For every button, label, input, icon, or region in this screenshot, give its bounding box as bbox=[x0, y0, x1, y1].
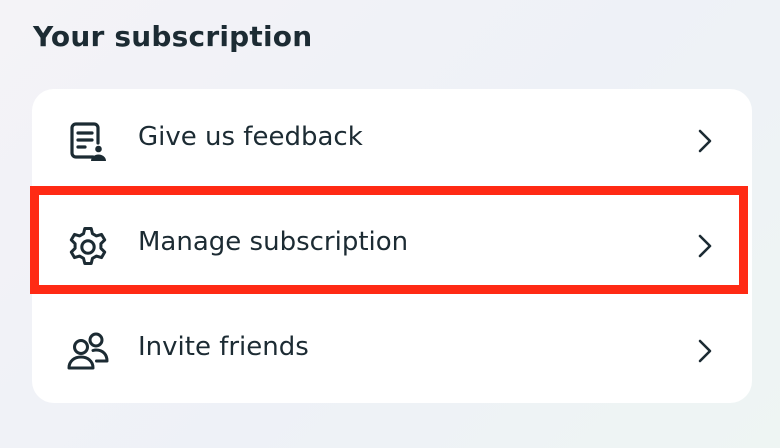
chevron-right-icon bbox=[692, 232, 716, 260]
section-title: Your subscription bbox=[33, 20, 313, 53]
menu-item-label: Give us feedback bbox=[138, 122, 363, 152]
gear-icon bbox=[65, 224, 111, 270]
feedback-document-icon bbox=[65, 119, 111, 165]
menu-item-invite-friends[interactable]: Invite friends bbox=[32, 299, 752, 403]
menu-item-give-feedback[interactable]: Give us feedback bbox=[32, 89, 752, 193]
chevron-right-icon bbox=[692, 337, 716, 365]
menu-item-label: Invite friends bbox=[138, 332, 309, 362]
menu-item-label: Manage subscription bbox=[138, 227, 409, 257]
people-icon bbox=[65, 329, 111, 375]
chevron-right-icon bbox=[692, 127, 716, 155]
subscription-menu-card: Give us feedback Manage subscription Inv… bbox=[32, 89, 752, 403]
menu-item-manage-subscription[interactable]: Manage subscription bbox=[32, 194, 752, 298]
